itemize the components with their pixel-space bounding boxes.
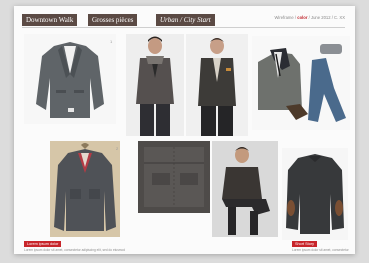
header-rule bbox=[22, 27, 345, 28]
model-2-image bbox=[186, 34, 248, 136]
meta-suffix: / June 2012 / C. XX bbox=[308, 15, 345, 20]
meta-prefix: Wireframe / bbox=[274, 15, 297, 20]
model-1-image bbox=[126, 34, 184, 136]
item-number-2: 2 bbox=[116, 146, 119, 151]
section-header: Downtown Walk Grosses pièces Urban / Cit… bbox=[22, 14, 345, 26]
tab-downtown-walk[interactable]: Downtown Walk bbox=[22, 14, 78, 26]
meta-brand: color bbox=[297, 15, 308, 20]
caption-text-right: Lorem ipsum dolor sit amet, consectetur bbox=[292, 248, 349, 252]
hanger-jacket-image bbox=[50, 141, 120, 237]
product-photo-grey-blazer[interactable] bbox=[24, 34, 116, 124]
page-meta: Wireframe / color / June 2012 / C. XX bbox=[274, 15, 345, 20]
caption-text-left: Lorem ipsum dolor sit amet, consectetur … bbox=[24, 248, 125, 252]
grey-blazer-image bbox=[24, 34, 116, 124]
caption-tag-left: Lorem ipsum dolor bbox=[24, 241, 62, 247]
caption-tag-right: Short Story bbox=[292, 241, 317, 247]
catalog-page: Downtown Walk Grosses pièces Urban / Cit… bbox=[14, 6, 355, 254]
model-photo-2[interactable] bbox=[186, 34, 248, 136]
model-seated-image bbox=[212, 141, 278, 237]
model-photo-1[interactable] bbox=[126, 34, 184, 136]
tab-urban-city-start[interactable]: Urban / City Start bbox=[156, 14, 215, 26]
tab-grosses-pieces[interactable]: Grosses pièces bbox=[88, 14, 138, 26]
jacket-back-photo[interactable] bbox=[282, 148, 348, 240]
jacket-back-image bbox=[282, 148, 348, 240]
item-number-1: 1 bbox=[110, 39, 113, 44]
fabric-detail-photo[interactable] bbox=[138, 141, 210, 213]
fabric-detail-image bbox=[138, 141, 210, 213]
flatlay-outfit-photo[interactable] bbox=[252, 36, 350, 130]
hanger-jacket-photo[interactable] bbox=[50, 141, 120, 237]
model-seated-photo[interactable] bbox=[212, 141, 278, 237]
flatlay-outfit-image bbox=[252, 36, 350, 130]
